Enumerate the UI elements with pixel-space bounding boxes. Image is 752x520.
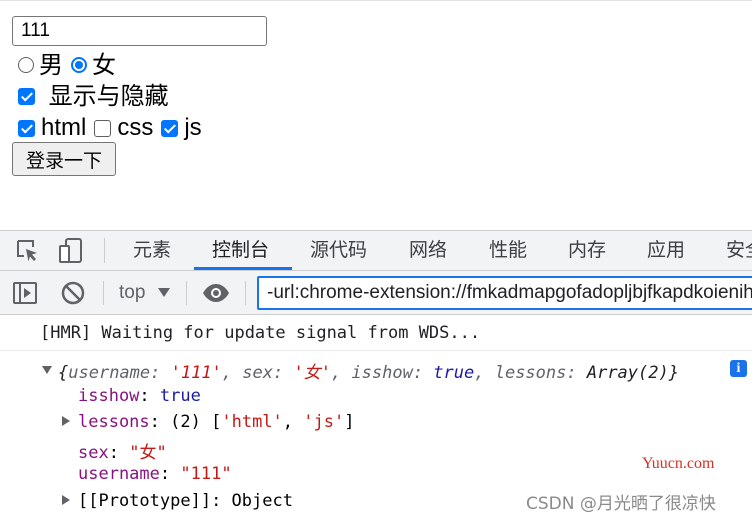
- lessons-checkbox-group: html css js: [16, 113, 202, 143]
- username-input[interactable]: [12, 16, 267, 46]
- summary-username-value: '111': [170, 363, 222, 383]
- expand-prototype-arrow[interactable]: [62, 495, 70, 505]
- login-button[interactable]: 登录一下: [12, 142, 116, 176]
- summary-lessons-value: Array(2): [586, 363, 669, 383]
- prop-sex: sex: "女": [78, 443, 167, 463]
- tab-bar-separator: [104, 238, 105, 263]
- tab-console[interactable]: 控制台: [212, 231, 269, 270]
- prop-isshow-value: true: [159, 386, 201, 406]
- checkbox-js-label: js: [184, 114, 202, 141]
- checkbox-css[interactable]: [94, 119, 112, 137]
- author-watermark: CSDN @月光晒了很凉快: [526, 494, 716, 514]
- prop-isshow: isshow: true: [78, 386, 201, 406]
- tab-performance[interactable]: 性能: [489, 231, 527, 270]
- tab-application[interactable]: 应用: [647, 231, 685, 270]
- tab-sources[interactable]: 源代码: [310, 231, 367, 270]
- radio-female[interactable]: [71, 57, 87, 73]
- toolbar-separator-1: [103, 281, 104, 305]
- lessons-item-js: 'js': [303, 412, 345, 432]
- tab-security[interactable]: 安全: [726, 231, 752, 270]
- prop-username-key: username: [78, 464, 160, 484]
- clear-console-icon[interactable]: [58, 273, 88, 312]
- tab-memory[interactable]: 内存: [568, 231, 606, 270]
- checkbox-html[interactable]: [18, 119, 35, 137]
- device-toolbar-icon[interactable]: [56, 231, 86, 270]
- dropdown-arrow-icon[interactable]: [158, 288, 170, 297]
- expand-lessons-arrow[interactable]: [62, 416, 70, 426]
- gender-radio-group: 男 女: [16, 50, 116, 80]
- toggle-row: 显示与隐藏: [16, 81, 169, 111]
- summary-sex-value: '女': [293, 363, 331, 383]
- summary-isshow-value: true: [433, 363, 475, 383]
- devtools-tab-bar: 元素 控制台 源代码 网络 性能 内存 应用 安全: [0, 230, 752, 271]
- active-tab-indicator: [194, 267, 292, 270]
- checkbox-html-label: html: [41, 114, 87, 141]
- prop-isshow-key: isshow: [78, 386, 140, 406]
- eye-icon[interactable]: [200, 273, 232, 312]
- sidebar-toggle-icon[interactable]: [10, 273, 40, 312]
- prop-prototype[interactable]: [[Prototype]]: Object: [78, 491, 293, 511]
- toolbar-separator-2: [186, 281, 187, 305]
- lessons-item-html: 'html': [221, 412, 283, 432]
- radio-male[interactable]: [18, 57, 34, 73]
- prop-lessons[interactable]: lessons: (2) ['html', 'js']: [78, 412, 354, 432]
- prop-sex-key: sex: [78, 443, 109, 463]
- lessons-bracket-open: [: [211, 412, 222, 432]
- prop-lessons-count: (2): [170, 412, 201, 432]
- summary-isshow-key: , isshow:: [330, 363, 434, 383]
- tab-elements[interactable]: 元素: [133, 231, 171, 270]
- message-separator: [0, 350, 752, 351]
- summary-username-key: username:: [68, 363, 171, 383]
- prop-username: username: "111": [78, 464, 232, 484]
- expand-object-arrow[interactable]: [42, 366, 52, 374]
- page-top-border: [0, 0, 752, 1]
- summary-sex-key: , sex:: [221, 363, 294, 383]
- hmr-log-message: [HMR] Waiting for update signal from WDS…: [40, 323, 481, 343]
- info-icon[interactable]: i: [730, 360, 747, 377]
- prop-sex-value: "女": [129, 443, 167, 463]
- checkbox-css-label: css: [117, 114, 154, 141]
- prop-prototype-key: [[Prototype]]: [78, 491, 212, 511]
- prop-prototype-value: Object: [231, 491, 293, 511]
- context-selector[interactable]: top: [119, 271, 145, 314]
- tab-network[interactable]: 网络: [409, 231, 447, 270]
- show-hide-checkbox[interactable]: [18, 87, 35, 105]
- lessons-bracket-close: ]: [344, 412, 355, 432]
- inspect-element-icon[interactable]: [12, 231, 42, 270]
- show-hide-label: 显示与隐藏: [41, 82, 169, 110]
- brace-close: }: [668, 363, 679, 383]
- summary-lessons-key: , lessons:: [474, 363, 587, 383]
- console-filter-input[interactable]: -url:chrome-extension://fmkadmapgofadopl…: [257, 276, 752, 310]
- brace-open: {: [58, 363, 69, 383]
- prop-lessons-key: lessons: [78, 412, 150, 432]
- object-summary[interactable]: {username: '111', sex: '女', isshow: true…: [58, 358, 679, 383]
- site-watermark: Yuucn.com: [642, 455, 715, 472]
- toolbar-separator-3: [245, 281, 246, 305]
- console-toolbar: top -url:chrome-extension://fmkadmapgofa…: [0, 271, 752, 315]
- checkbox-js[interactable]: [161, 119, 179, 137]
- prop-username-value: "111": [180, 464, 232, 484]
- radio-male-label: 男: [39, 51, 63, 79]
- radio-female-label: 女: [92, 51, 116, 79]
- lessons-comma: ,: [282, 412, 304, 432]
